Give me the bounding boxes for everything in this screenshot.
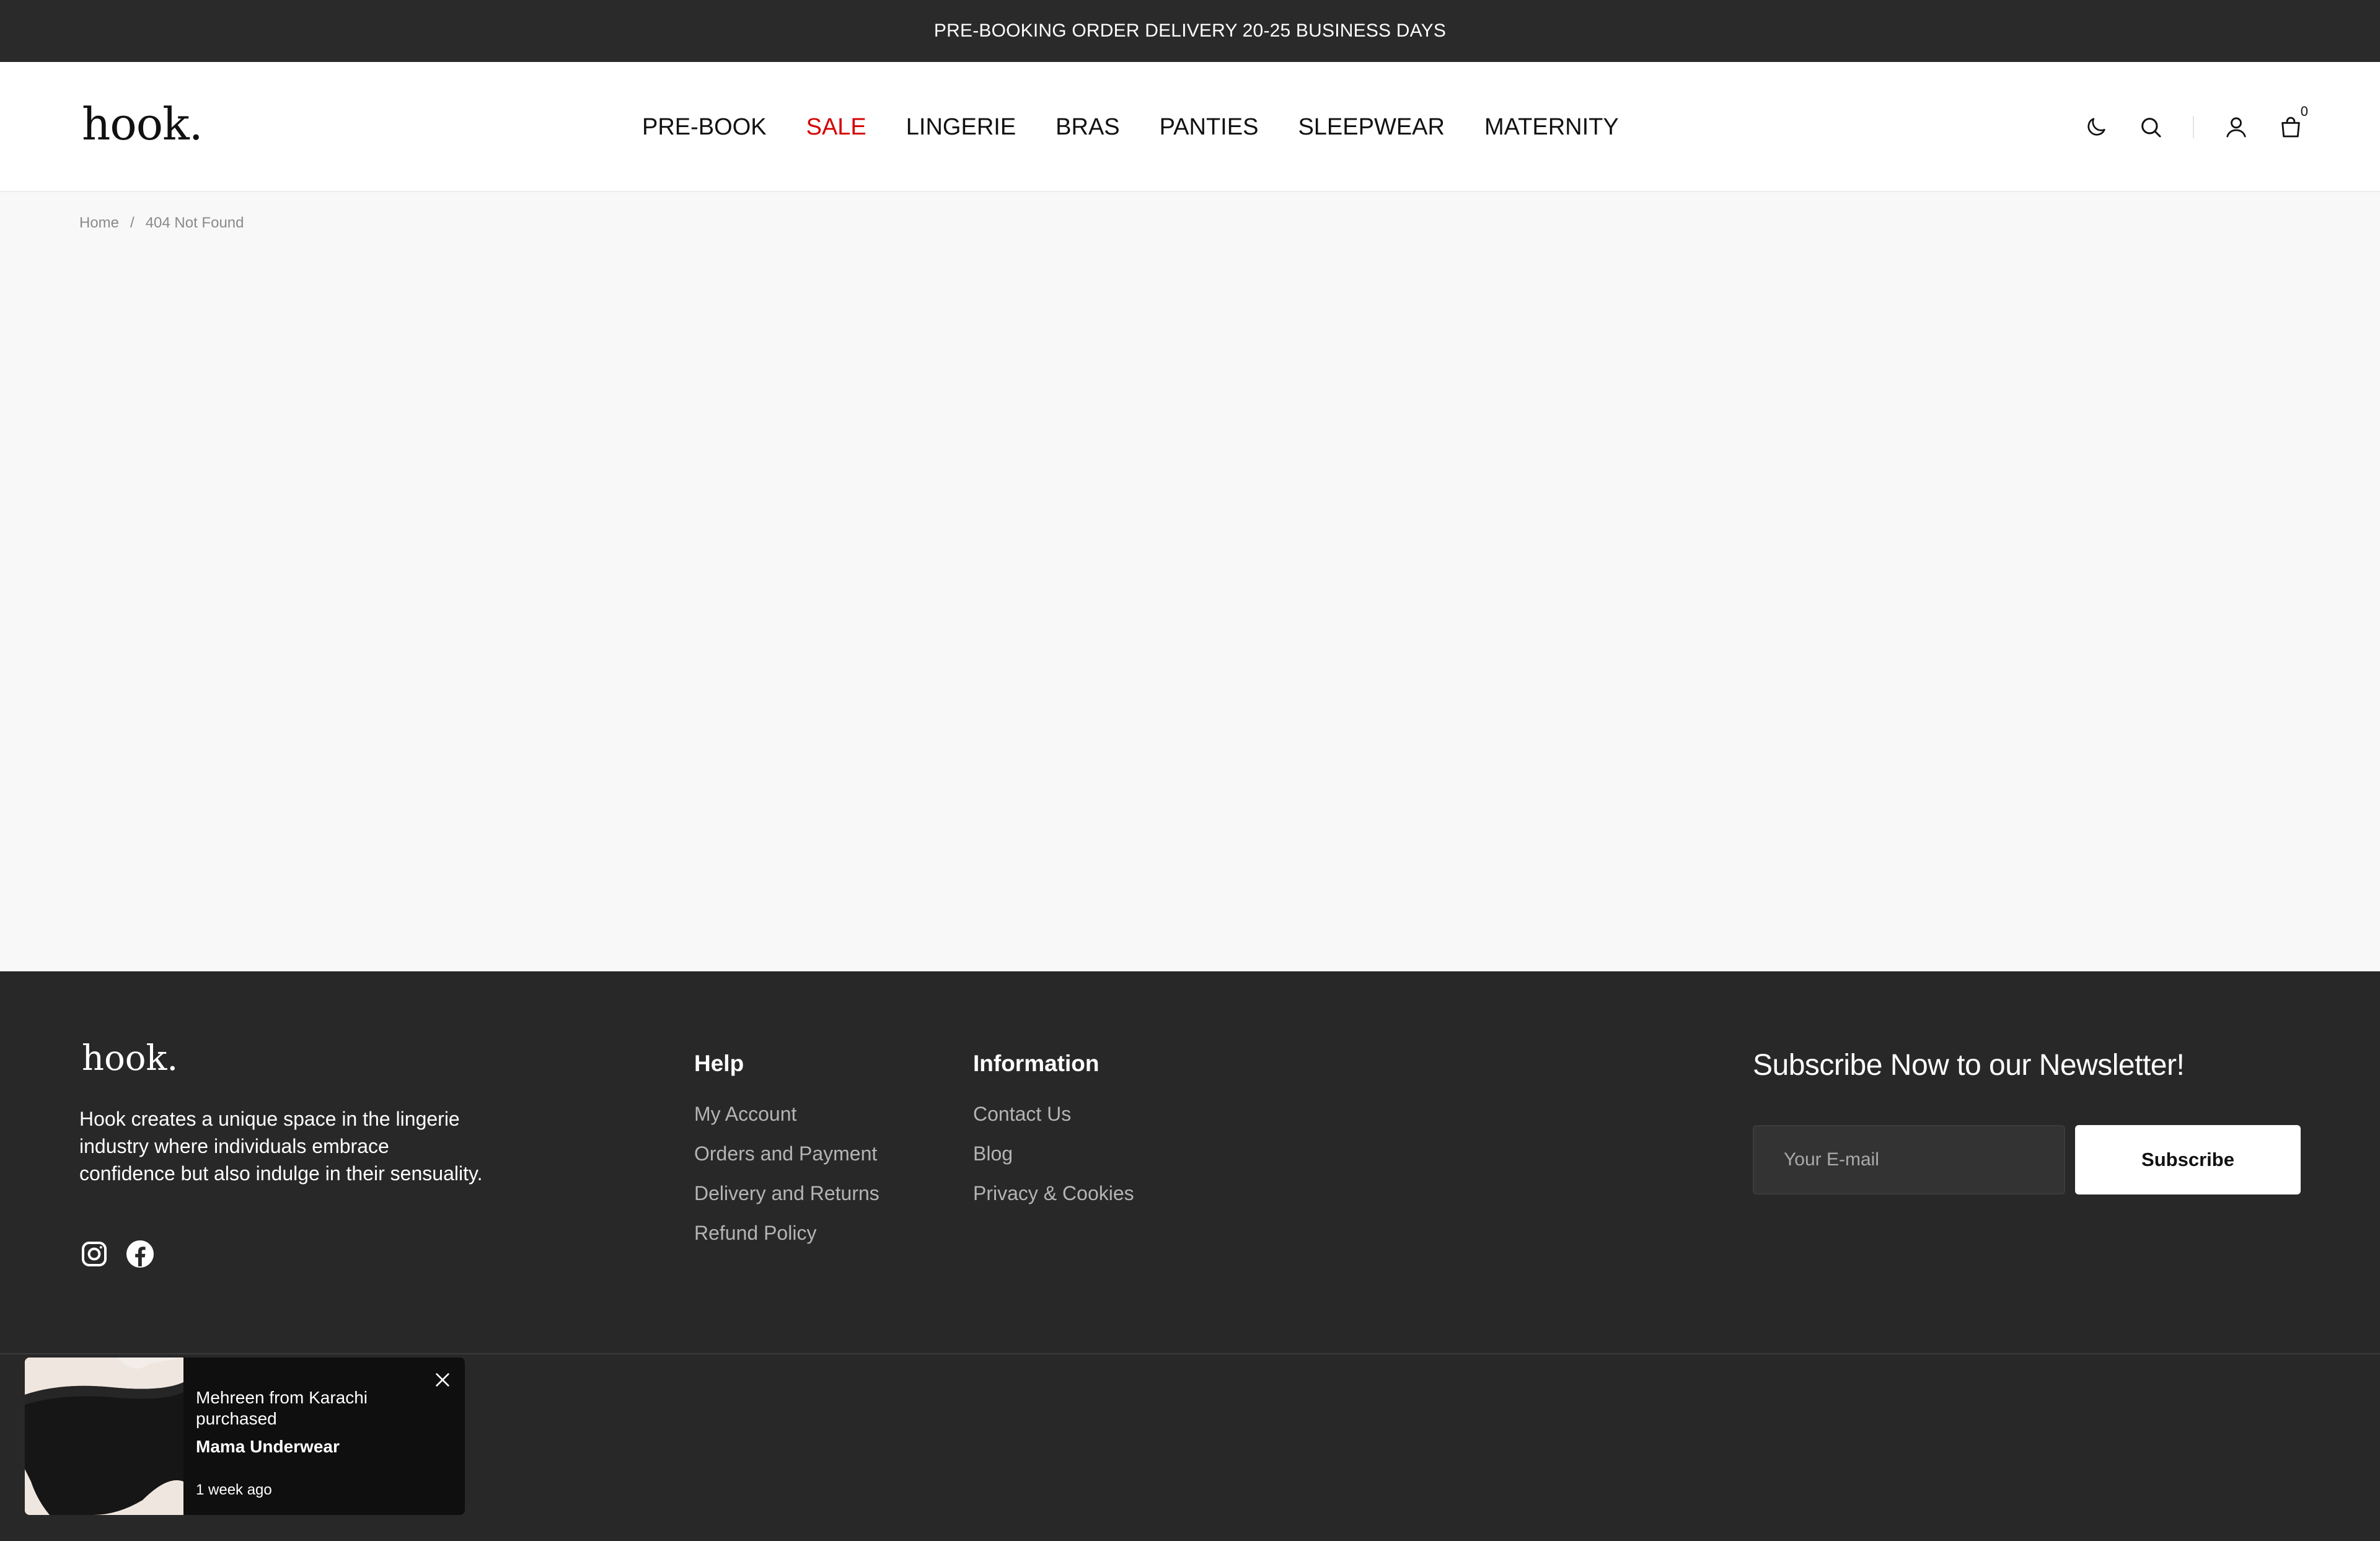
- breadcrumb-current: 404 Not Found: [145, 214, 244, 231]
- nav-item-sale[interactable]: SALE: [806, 114, 866, 141]
- footer-logo[interactable]: hook.: [82, 1038, 178, 1079]
- nav-item-pre-book[interactable]: PRE-BOOK: [642, 114, 767, 141]
- footer-help-column: Help My Account Orders and Payment Deliv…: [694, 1051, 879, 1260]
- breadcrumb-separator: /: [130, 214, 134, 231]
- cart-count: 0: [2300, 104, 2308, 119]
- site-header: hook. PRE-BOOK SALE LINGERIE BRAS PANTIE…: [0, 62, 2380, 192]
- notification-product[interactable]: Mama Underwear: [196, 1437, 452, 1457]
- social-links: [79, 1239, 155, 1269]
- user-icon[interactable]: [2221, 112, 2251, 142]
- nav-item-maternity[interactable]: MATERNITY: [1484, 114, 1619, 141]
- header-icons: 0: [2081, 62, 2308, 192]
- footer-link-privacy-cookies[interactable]: Privacy & Cookies: [973, 1181, 1134, 1206]
- footer-link-refund-policy[interactable]: Refund Policy: [694, 1221, 879, 1245]
- purchase-notification[interactable]: Mehreen from Karachi purchased Mama Unde…: [25, 1358, 465, 1515]
- facebook-icon[interactable]: [125, 1239, 155, 1269]
- notification-time: 1 week ago: [196, 1481, 272, 1498]
- footer-link-my-account[interactable]: My Account: [694, 1102, 879, 1126]
- bag-icon[interactable]: 0: [2276, 104, 2308, 142]
- footer-information-column: Information Contact Us Blog Privacy & Co…: [973, 1051, 1134, 1221]
- subscribe-button[interactable]: Subscribe: [2075, 1125, 2301, 1194]
- instagram-icon[interactable]: [79, 1239, 109, 1269]
- footer-link-contact-us[interactable]: Contact Us: [973, 1102, 1134, 1126]
- moon-icon[interactable]: [2081, 112, 2111, 142]
- nav-item-lingerie[interactable]: LINGERIE: [906, 114, 1016, 141]
- footer-link-blog[interactable]: Blog: [973, 1141, 1134, 1166]
- announcement-text: PRE-BOOKING ORDER DELIVERY 20-25 BUSINES…: [933, 20, 1447, 41]
- breadcrumb-home[interactable]: Home: [79, 214, 119, 232]
- close-icon[interactable]: [433, 1370, 452, 1390]
- footer-link-orders-payment[interactable]: Orders and Payment: [694, 1141, 879, 1166]
- nav-item-panties[interactable]: PANTIES: [1160, 114, 1259, 141]
- footer-link-delivery-returns[interactable]: Delivery and Returns: [694, 1181, 879, 1206]
- footer-divider: [0, 1353, 2380, 1354]
- newsletter-email-input[interactable]: [1753, 1125, 2065, 1194]
- footer-description: Hook creates a unique space in the linge…: [79, 1108, 483, 1185]
- nav-item-bras[interactable]: BRAS: [1056, 114, 1119, 141]
- breadcrumb: Home / 404 Not Found: [79, 214, 244, 232]
- newsletter-title: Subscribe Now to our Newsletter!: [1753, 1049, 2185, 1082]
- search-icon[interactable]: [2136, 112, 2166, 142]
- product-image: [25, 1358, 183, 1515]
- logo[interactable]: hook.: [82, 98, 203, 150]
- main-nav: PRE-BOOK SALE LINGERIE BRAS PANTIES SLEE…: [642, 62, 1619, 192]
- nav-item-sleepwear[interactable]: SLEEPWEAR: [1298, 114, 1445, 141]
- announcement-bar: PRE-BOOKING ORDER DELIVERY 20-25 BUSINES…: [0, 0, 2380, 62]
- footer-information-title: Information: [973, 1051, 1100, 1076]
- notification-body: Mehreen from Karachi purchased Mama Unde…: [183, 1358, 465, 1515]
- header-divider: [2193, 116, 2194, 138]
- footer-help-title: Help: [694, 1051, 744, 1076]
- notification-text: Mehreen from Karachi purchased: [196, 1388, 368, 1428]
